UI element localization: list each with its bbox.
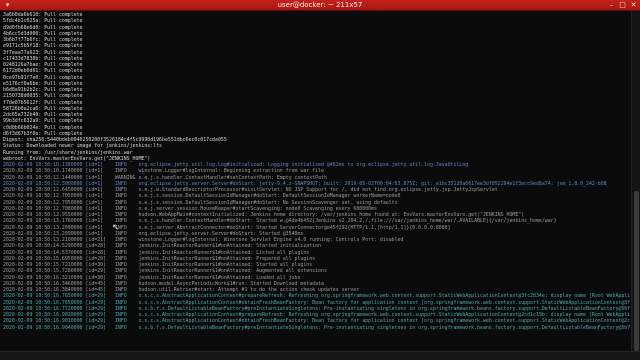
scrollbar-thumb[interactable]	[634, 191, 639, 351]
maximize-icon[interactable]: □	[618, 1, 627, 9]
minimize-icon[interactable]: –	[607, 1, 616, 9]
window-title: user@docker: ~ 211x57	[277, 1, 363, 9]
terminal-line: 2020-02-09 10:50:13.1760000 [id=1] INFO …	[3, 218, 557, 225]
terminal-scrollbar[interactable]	[631, 11, 640, 352]
terminal-line: 2020-02-09 10:50:16.7650000 [id=29] INFO…	[3, 299, 630, 306]
terminal-line: 2020-02-09 10:50:16.9010000 [id=29] INFO…	[3, 318, 630, 325]
terminal-output[interactable]: 3a6b0da6b610: Pull complete 5fdc4b1c025a:…	[0, 11, 630, 352]
title-bar[interactable]: ▾ user@docker: ~ 211x57 – □ ✕	[0, 0, 640, 11]
terminal-bottom-bar	[0, 351, 640, 360]
mouse-pointer-icon: ↖	[112, 223, 120, 233]
terminal-line: 2020-02-09 10:50:16.7650000 [id=29] INFO…	[3, 293, 630, 300]
terminal-window: ▾ user@docker: ~ 211x57 – □ ✕ 3a6b0da6b6…	[0, 0, 640, 360]
close-icon[interactable]: ✕	[629, 1, 638, 9]
terminal-line: 2020-02-09 10:50:16.9040000 [id=29] INFO…	[3, 324, 630, 331]
